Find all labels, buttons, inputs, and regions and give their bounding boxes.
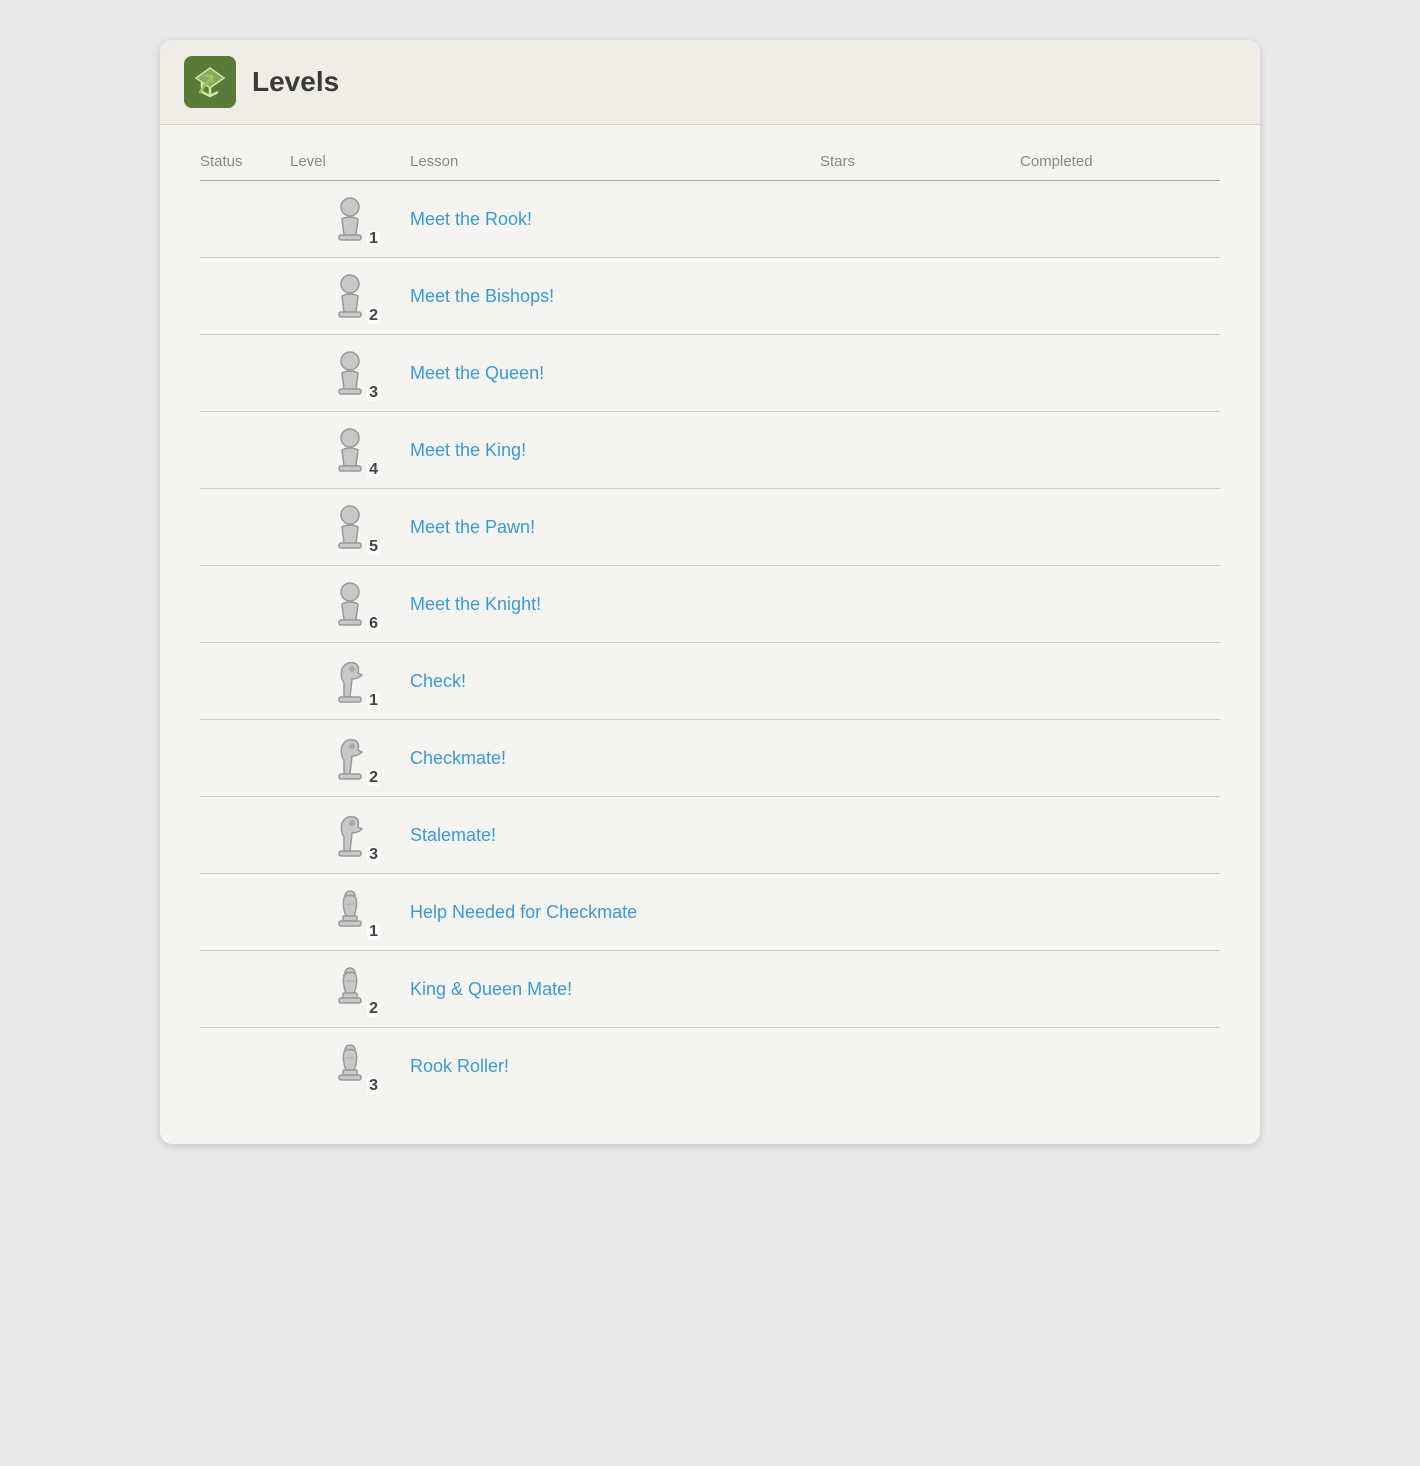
table-row[interactable]: 3 Rook Roller!: [200, 1028, 1220, 1104]
piece-number-1: 2: [367, 308, 380, 324]
level-cell-8: 3: [290, 803, 410, 867]
lesson-link-4[interactable]: Meet the Pawn!: [410, 517, 820, 538]
lesson-link-10[interactable]: King & Queen Mate!: [410, 979, 820, 1000]
table-row[interactable]: 1 Help Needed for Checkmate: [200, 874, 1220, 951]
table-row[interactable]: 4 Meet the King!: [200, 412, 1220, 489]
table-body: 1 Meet the Rook! 2 Meet the Bishops! 3: [200, 181, 1220, 1104]
level-cell-2: 3: [290, 341, 410, 405]
page-title: Levels: [252, 66, 339, 98]
lesson-link-1[interactable]: Meet the Bishops!: [410, 286, 820, 307]
table-row[interactable]: 6 Meet the Knight!: [200, 566, 1220, 643]
piece-badge-3: 4: [318, 418, 382, 482]
col-status: Status: [200, 153, 290, 170]
piece-badge-0: 1: [318, 187, 382, 251]
piece-number-7: 2: [367, 770, 380, 786]
piece-badge-11: 3: [318, 1034, 382, 1098]
level-cell-0: 1: [290, 187, 410, 251]
lesson-link-8[interactable]: Stalemate!: [410, 825, 820, 846]
piece-badge-2: 3: [318, 341, 382, 405]
piece-badge-4: 5: [318, 495, 382, 559]
lesson-link-5[interactable]: Meet the Knight!: [410, 594, 820, 615]
table-row[interactable]: 3 Stalemate!: [200, 797, 1220, 874]
piece-number-3: 4: [367, 462, 380, 478]
lesson-link-7[interactable]: Checkmate!: [410, 748, 820, 769]
col-lesson: Lesson: [410, 153, 820, 170]
level-cell-6: 1: [290, 649, 410, 713]
level-cell-3: 4: [290, 418, 410, 482]
piece-number-5: 6: [367, 616, 380, 632]
table-row[interactable]: 2 Meet the Bishops!: [200, 258, 1220, 335]
level-cell-5: 6: [290, 572, 410, 636]
piece-number-4: 5: [367, 539, 380, 555]
lesson-link-2[interactable]: Meet the Queen!: [410, 363, 820, 384]
levels-icon: [192, 64, 228, 100]
piece-badge-6: 1: [318, 649, 382, 713]
piece-number-10: 2: [367, 1001, 380, 1017]
piece-number-11: 3: [367, 1078, 380, 1094]
piece-number-2: 3: [367, 385, 380, 401]
lesson-link-9[interactable]: Help Needed for Checkmate: [410, 902, 820, 923]
piece-number-6: 1: [367, 693, 380, 709]
lesson-link-0[interactable]: Meet the Rook!: [410, 209, 820, 230]
table-header: Status Level Lesson Stars Completed: [200, 145, 1220, 181]
table-row[interactable]: 1 Check!: [200, 643, 1220, 720]
table-row[interactable]: 2 King & Queen Mate!: [200, 951, 1220, 1028]
header-icon: [184, 56, 236, 108]
levels-container: Levels Status Level Lesson Stars Complet…: [160, 40, 1260, 1144]
piece-badge-5: 6: [318, 572, 382, 636]
piece-badge-7: 2: [318, 726, 382, 790]
levels-table: Status Level Lesson Stars Completed 1 Me…: [160, 125, 1260, 1144]
piece-badge-9: 1: [318, 880, 382, 944]
piece-badge-1: 2: [318, 264, 382, 328]
table-row[interactable]: 1 Meet the Rook!: [200, 181, 1220, 258]
piece-badge-8: 3: [318, 803, 382, 867]
table-row[interactable]: 3 Meet the Queen!: [200, 335, 1220, 412]
col-stars: Stars: [820, 153, 1020, 170]
level-cell-10: 2: [290, 957, 410, 1021]
page-header: Levels: [160, 40, 1260, 125]
piece-badge-10: 2: [318, 957, 382, 1021]
piece-number-9: 1: [367, 924, 380, 940]
piece-number-0: 1: [367, 231, 380, 247]
lesson-link-3[interactable]: Meet the King!: [410, 440, 820, 461]
level-cell-7: 2: [290, 726, 410, 790]
level-cell-11: 3: [290, 1034, 410, 1098]
level-cell-9: 1: [290, 880, 410, 944]
col-level: Level: [290, 153, 410, 170]
lesson-link-11[interactable]: Rook Roller!: [410, 1056, 820, 1077]
level-cell-4: 5: [290, 495, 410, 559]
level-cell-1: 2: [290, 264, 410, 328]
lesson-link-6[interactable]: Check!: [410, 671, 820, 692]
table-row[interactable]: 5 Meet the Pawn!: [200, 489, 1220, 566]
table-row[interactable]: 2 Checkmate!: [200, 720, 1220, 797]
col-completed: Completed: [1020, 153, 1220, 170]
piece-number-8: 3: [367, 847, 380, 863]
